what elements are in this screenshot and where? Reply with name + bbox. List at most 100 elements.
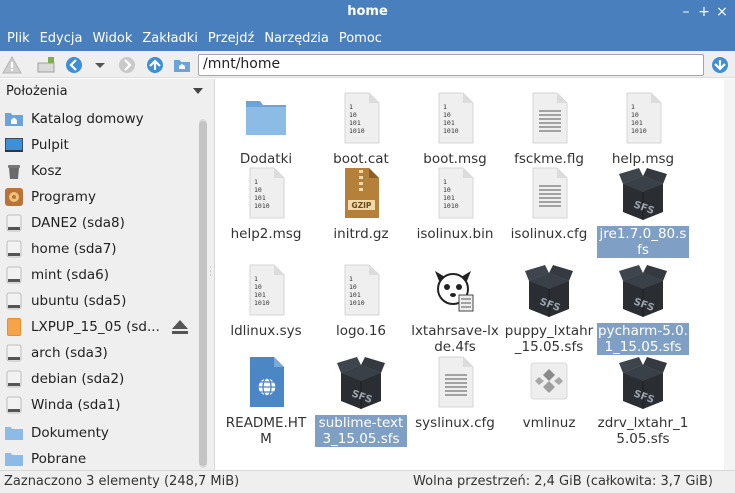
pane-splitter[interactable]: · · · xyxy=(208,264,213,280)
svg-text:1: 1 xyxy=(349,103,353,111)
svg-text:1: 1 xyxy=(254,275,258,283)
file-item[interactable]: SFS puppy_lxtahr_15.05.sfs xyxy=(503,259,595,355)
sfs-file-icon: SFS xyxy=(525,259,573,321)
sidebar-item-label: Pobrane xyxy=(31,451,87,467)
sidebar-item-applications[interactable]: Programy xyxy=(0,184,198,210)
file-item[interactable]: 1 10 101 1010 boot.cat xyxy=(315,87,407,167)
file-item[interactable]: syslinux.cfg xyxy=(409,351,501,431)
svg-text:1: 1 xyxy=(443,103,447,111)
file-item[interactable]: 1 10 101 1010 ldlinux.sys xyxy=(220,259,312,339)
sidebar-item-debian[interactable]: debian (sda2) xyxy=(0,366,198,392)
file-view-scrollbar[interactable] xyxy=(724,79,735,470)
file-item[interactable]: lxtahrsave-lxde.4fs xyxy=(409,259,501,355)
text-file-icon xyxy=(525,162,573,224)
menu-tools[interactable]: Narzędzia xyxy=(259,31,334,46)
file-item[interactable]: isolinux.cfg xyxy=(503,162,595,242)
applications-icon xyxy=(5,188,23,206)
menu-edit[interactable]: Edycja xyxy=(35,31,88,46)
history-dropdown-icon[interactable] xyxy=(90,55,110,75)
file-item[interactable]: 1 10 101 1010 boot.msg xyxy=(409,87,501,167)
sidebar-scrollbar[interactable] xyxy=(199,119,207,468)
sidebar-item-label: home (sda7) xyxy=(31,241,117,257)
drive-icon xyxy=(6,292,22,310)
file-label: vmlinuz xyxy=(522,415,576,431)
sidebar-item-downloads[interactable]: Pobrane xyxy=(0,446,198,470)
svg-text:101: 101 xyxy=(349,119,361,127)
sidebar-item-home[interactable]: Katalog domowy xyxy=(0,106,198,132)
location-input[interactable]: /mnt/home xyxy=(198,54,704,76)
sidebar-item-arch[interactable]: arch (sda3) xyxy=(0,340,198,366)
back-icon[interactable] xyxy=(64,55,84,75)
trash-icon xyxy=(8,165,20,179)
file-item[interactable]: SFS sublime-text3_15.05.sfs xyxy=(315,351,407,447)
menu-help[interactable]: Pomoc xyxy=(334,31,387,46)
menu-view[interactable]: Widok xyxy=(87,31,137,46)
menu-file[interactable]: Plik xyxy=(2,31,35,46)
sidebar-scrollbar-thumb[interactable] xyxy=(199,121,207,466)
warning-icon[interactable] xyxy=(2,55,22,75)
sidebar-item-desktop[interactable]: Pulpit xyxy=(0,132,198,158)
binary-file-icon: 1 10 101 1010 xyxy=(431,87,479,149)
file-item[interactable]: SFS zdrv_lxtahr_15.05.sfs xyxy=(597,351,689,447)
svg-text:1: 1 xyxy=(349,275,353,283)
go-icon[interactable] xyxy=(710,55,730,75)
maximize-button[interactable]: + xyxy=(696,2,712,22)
minimize-button[interactable]: – xyxy=(678,2,694,22)
svg-text:1010: 1010 xyxy=(443,127,459,135)
drive-icon xyxy=(6,240,22,258)
drive-icon xyxy=(6,396,22,414)
sidebar-item-label: Pulpit xyxy=(31,137,69,153)
file-label: sublime-text3_15.05.sfs xyxy=(315,415,407,447)
file-label: isolinux.bin xyxy=(416,226,494,242)
binary-file-icon: 1 10 101 1010 xyxy=(337,259,385,321)
sidebar-item-dane2[interactable]: DANE2 (sda8) xyxy=(0,210,198,236)
file-item[interactable]: fsckme.flg xyxy=(503,87,595,167)
svg-text:1010: 1010 xyxy=(254,299,270,307)
svg-text:101: 101 xyxy=(443,119,455,127)
svg-text:10: 10 xyxy=(349,283,357,291)
sidebar-item-winda[interactable]: Winda (sda1) xyxy=(0,392,198,418)
file-item[interactable]: 1 10 101 1010 help2.msg xyxy=(220,162,312,242)
sidebar-item-label: Kosz xyxy=(31,163,62,179)
file-item[interactable]: vmlinuz xyxy=(503,351,595,431)
close-button[interactable]: × xyxy=(714,2,730,22)
sidebar-item-trash[interactable]: Kosz xyxy=(0,158,198,184)
sidebar-item-home-sda7[interactable]: home (sda7) xyxy=(0,236,198,262)
eject-icon[interactable] xyxy=(170,318,190,336)
svg-text:1010: 1010 xyxy=(254,202,270,210)
sidebar-item-label: Katalog domowy xyxy=(31,111,144,127)
file-item[interactable]: README.HTM xyxy=(220,351,312,447)
svg-text:1010: 1010 xyxy=(443,202,459,210)
sidebar-item-documents[interactable]: Dokumenty xyxy=(0,420,198,446)
file-label: help2.msg xyxy=(230,226,302,242)
file-item[interactable]: SFS pycharm-5.0.1_15.05.sfs xyxy=(597,259,689,355)
sidebar-item-label: ubuntu (sda5) xyxy=(31,293,127,309)
menu-bookmarks[interactable]: Zakładki xyxy=(137,31,202,46)
menu-go[interactable]: Przejdź xyxy=(203,31,259,46)
file-item[interactable]: GZIP initrd.gz xyxy=(315,162,407,242)
sfs-file-icon: SFS xyxy=(337,351,385,413)
sidebar-header[interactable]: Położenia xyxy=(0,79,214,105)
title-bar: home – + × xyxy=(0,0,735,25)
drive-icon xyxy=(6,266,22,284)
file-item[interactable]: Dodatki xyxy=(220,87,312,167)
drive-icon xyxy=(6,344,22,362)
window-title: home xyxy=(347,4,388,19)
file-item[interactable]: 1 10 101 1010 logo.16 xyxy=(315,259,407,339)
forward-icon[interactable] xyxy=(117,55,137,75)
file-item[interactable]: 1 10 101 1010 help.msg xyxy=(597,87,689,167)
sidebar-item-mint[interactable]: mint (sda6) xyxy=(0,262,198,288)
svg-text:1010: 1010 xyxy=(349,127,365,135)
sidebar-item-lxpup[interactable]: LXPUP_15_05 (sd... xyxy=(0,314,198,340)
file-item[interactable]: SFS jre1.7.0_80.sfs xyxy=(597,162,689,258)
sidebar-item-ubuntu[interactable]: ubuntu (sda5) xyxy=(0,288,198,314)
file-item[interactable]: 1 10 101 1010 isolinux.bin xyxy=(409,162,501,242)
file-label: logo.16 xyxy=(335,323,387,339)
home-folder-icon[interactable] xyxy=(172,55,192,75)
binary-file-icon: 1 10 101 1010 xyxy=(242,162,290,224)
up-icon[interactable] xyxy=(145,55,165,75)
status-bar: Zaznaczono 3 elementy (248,7 MiB) Wolna … xyxy=(0,470,735,493)
svg-text:1010: 1010 xyxy=(349,299,365,307)
new-tab-icon[interactable] xyxy=(36,55,56,75)
chevron-down-icon[interactable] xyxy=(193,88,203,94)
